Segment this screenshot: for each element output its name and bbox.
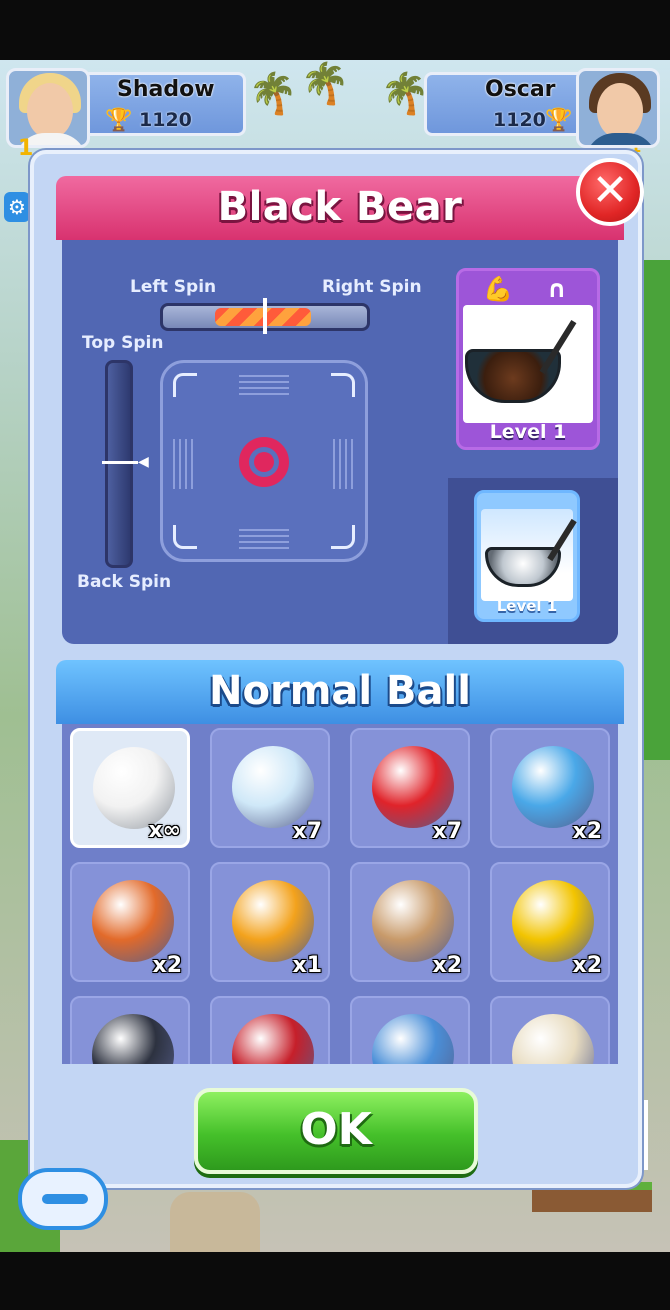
ball-title-banner: Normal Ball: [56, 660, 624, 724]
ball-quantity: x7: [292, 819, 323, 844]
alternate-club-card[interactable]: Level 1: [474, 490, 580, 622]
ball-item-kangaroo-ball[interactable]: x2: [490, 862, 610, 982]
ok-button[interactable]: OK: [194, 1088, 478, 1174]
mummy-ball-icon: [512, 1014, 594, 1064]
power-icon: 💪: [483, 275, 513, 303]
bottom-bar: [0, 1252, 670, 1310]
trophy-icon: 🏆: [545, 108, 573, 133]
club-title: Black Bear: [217, 184, 463, 230]
eyeball-ball-icon: [372, 880, 454, 962]
spin-panel: Left Spin Right Spin Top Spin Back Spin …: [62, 240, 618, 644]
pad-hatch: [333, 439, 355, 489]
ball-quantity: x7: [432, 819, 463, 844]
white-golf-ball-icon: [93, 747, 175, 829]
robot-ball-icon: [512, 746, 594, 828]
ball-quantity: x2: [432, 953, 463, 978]
bat-ball-icon: [232, 1014, 314, 1064]
player-name: Oscar: [485, 77, 556, 102]
red-snowflake-ball-icon: [372, 746, 454, 828]
ball-item-mummy-ball[interactable]: [490, 996, 610, 1064]
horizontal-spin-handle[interactable]: [263, 298, 267, 334]
ball-item-snow-globe-ball[interactable]: x7: [210, 728, 330, 848]
scroll-indicator[interactable]: [644, 1100, 648, 1170]
champion-ball-icon: [92, 880, 174, 962]
ball-section-title: Normal Ball: [209, 668, 471, 714]
club-art: [463, 305, 593, 423]
close-button[interactable]: ✕: [576, 158, 644, 226]
settings-gear-icon[interactable]: ⚙: [4, 192, 30, 222]
left-spin-label: Left Spin: [130, 277, 217, 297]
spin-target-icon[interactable]: [239, 437, 289, 487]
spin-aim-pad[interactable]: [160, 360, 368, 562]
palm-tree-icon: 🌴: [380, 71, 430, 117]
ball-quantity: x1: [292, 953, 323, 978]
right-spin-label: Right Spin: [322, 277, 422, 297]
player-avatar[interactable]: [576, 68, 660, 148]
palm-tree-icon: 🌴: [248, 71, 298, 117]
ball-item-pilgrim-turkey-ball[interactable]: x1: [210, 862, 330, 982]
club-ball-select-dialog: Black Bear ✕ Left Spin Right Spin Top Sp…: [30, 150, 644, 1188]
palm-tree-icon: 🌴: [300, 61, 350, 107]
ball-quantity: x∞: [148, 818, 181, 843]
ball-item-red-snowflake-ball[interactable]: x7: [350, 728, 470, 848]
player-name: Shadow: [117, 77, 215, 102]
player-name-plate: Oscar 1120 🏆: [424, 72, 588, 136]
pad-hatch: [239, 373, 289, 395]
background-rock: [170, 1192, 260, 1252]
player-card-right: Oscar 1120 🏆 ot: [424, 68, 664, 163]
ball-item-eyeball-ball[interactable]: x2: [350, 862, 470, 982]
vertical-spin-handle[interactable]: [102, 461, 138, 464]
ball-item-white-golf-ball[interactable]: x∞: [70, 728, 190, 848]
ball-quantity: x2: [152, 953, 183, 978]
ball-quantity: x2: [572, 819, 603, 844]
horizontal-spin-slider[interactable]: [160, 298, 370, 334]
ball-item-robot-ball[interactable]: x2: [490, 728, 610, 848]
pad-hatch: [239, 527, 289, 549]
player-trophies: 1120: [139, 109, 192, 131]
club-level: Level 1: [489, 421, 567, 443]
player-card-left: Shadow 🏆 1120 1: [6, 68, 246, 161]
ball-item-bat-ball[interactable]: [210, 996, 330, 1064]
club-level: Level 1: [496, 597, 558, 615]
kangaroo-ball-icon: [512, 880, 594, 962]
back-spin-label: Back Spin: [77, 572, 172, 592]
ball-quantity: x2: [572, 953, 603, 978]
ok-button-label: OK: [300, 1104, 372, 1155]
ball-item-champion-ball[interactable]: x2: [70, 862, 190, 982]
trophy-icon: 🏆: [105, 108, 133, 133]
dark-striped-ball-icon: [92, 1014, 174, 1064]
vertical-spin-slider[interactable]: [102, 360, 138, 568]
ball-grid[interactable]: x∞ x7 x7 x2 x2 x1 x2 x2: [62, 724, 618, 1064]
ball-item-dark-striped-ball[interactable]: [70, 996, 190, 1064]
accuracy-icon: ∩: [547, 275, 567, 303]
pad-hatch: [173, 439, 195, 489]
club-title-banner: Black Bear: [56, 176, 624, 240]
player-trophies: 1120: [493, 109, 546, 131]
top-spin-label: Top Spin: [82, 333, 164, 353]
earth-ball-icon: [372, 1014, 454, 1064]
top-status-bar: [0, 0, 670, 60]
player-name-plate: Shadow 🏆 1120: [82, 72, 246, 136]
pilgrim-turkey-ball-icon: [232, 880, 314, 962]
vertical-spin-arrow-icon: ◀: [138, 454, 149, 470]
chat-bubble-icon[interactable]: [18, 1168, 108, 1230]
ball-item-earth-ball[interactable]: [350, 996, 470, 1064]
snow-globe-ball-icon: [232, 746, 314, 828]
selected-club-card[interactable]: 💪 ∩ Level 1: [456, 268, 600, 450]
club-art: [481, 509, 577, 601]
